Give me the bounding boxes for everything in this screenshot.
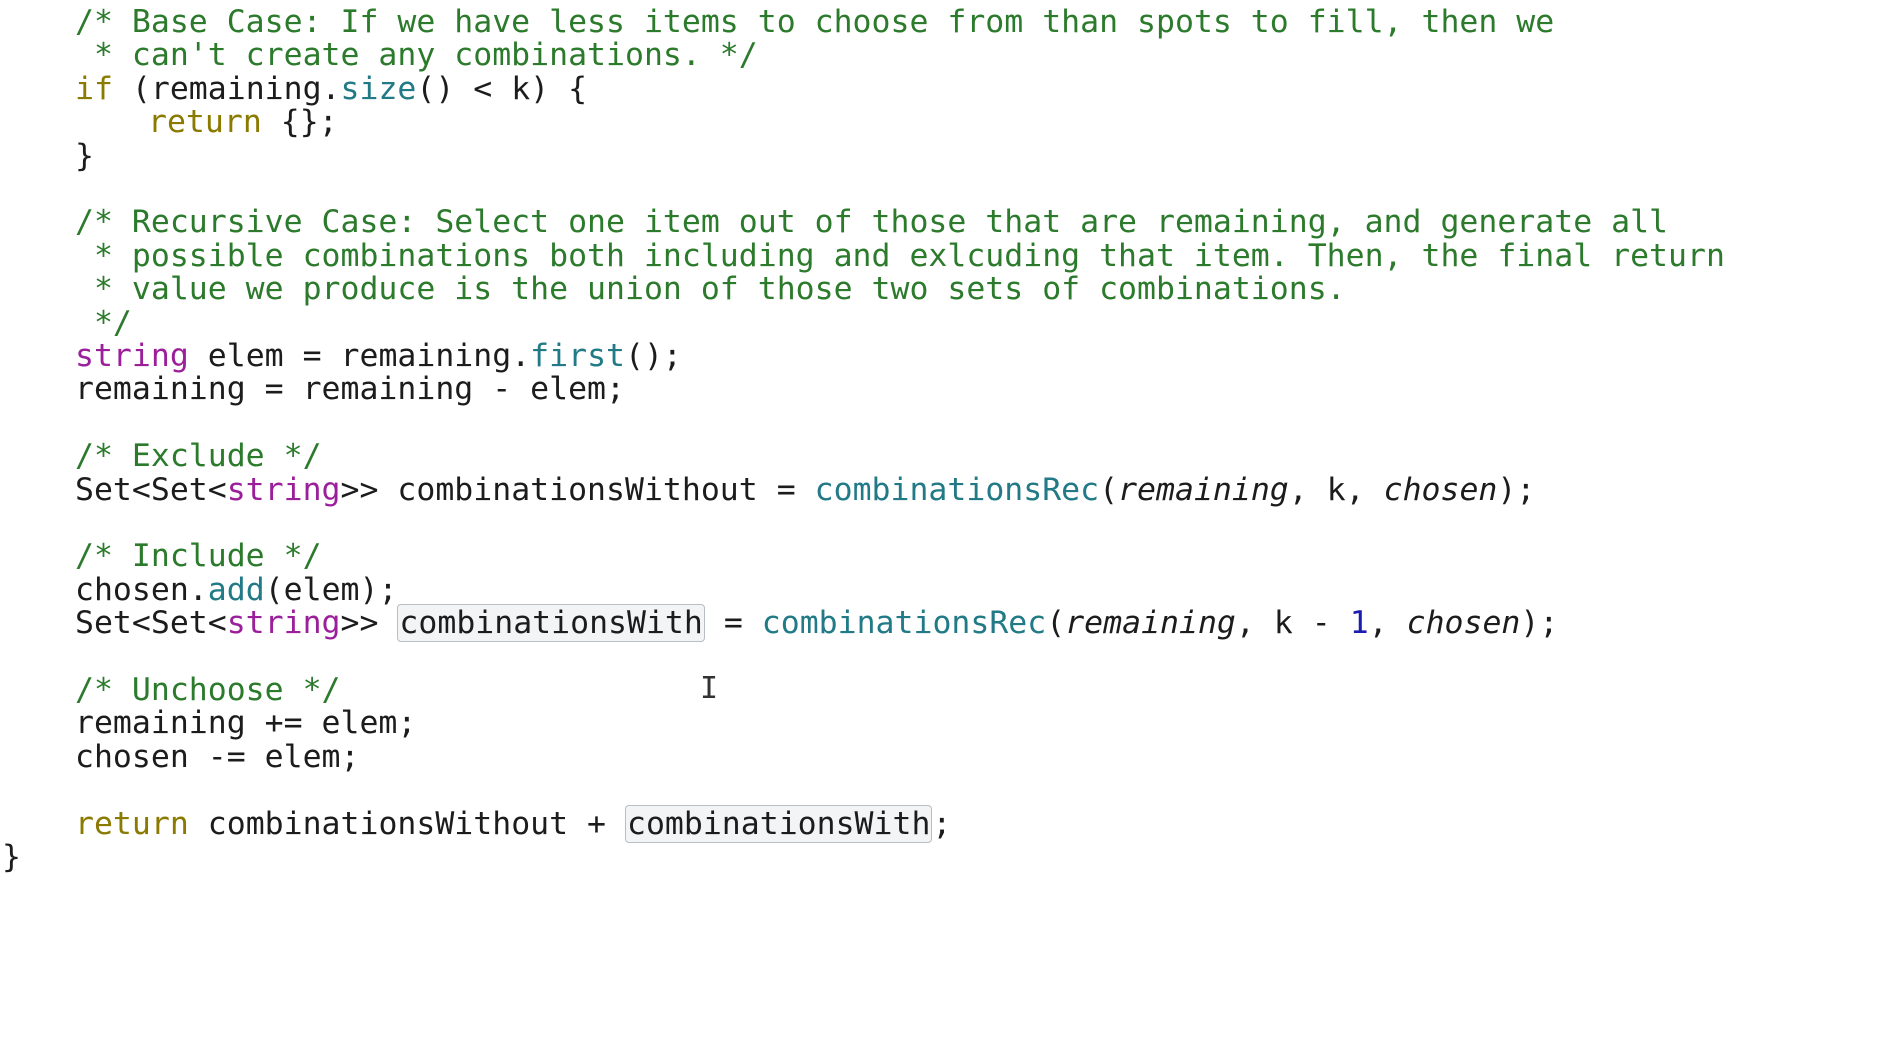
- code-token: >> combinationsWithout =: [340, 471, 815, 508]
- code-token: ();: [625, 338, 682, 374]
- code-token: (: [1046, 605, 1066, 642]
- code-token: chosen: [1383, 471, 1498, 508]
- code-token: }: [2, 839, 21, 875]
- code-token: if: [75, 70, 113, 107]
- code-line[interactable]: }: [2, 837, 21, 877]
- code-token: return: [75, 805, 189, 842]
- code-line[interactable]: return combinationsWithout + combination…: [75, 804, 951, 844]
- highlighted-symbol: combinationsWith: [397, 604, 705, 643]
- code-token: chosen -= elem;: [75, 738, 360, 775]
- code-line[interactable]: return {};: [148, 102, 338, 142]
- code-token: 1: [1349, 605, 1369, 642]
- code-token: {};: [261, 104, 338, 141]
- highlighted-symbol: combinationsWith: [624, 804, 933, 843]
- code-token: ;: [932, 805, 952, 842]
- code-token: );: [1497, 471, 1536, 508]
- code-token: (: [1099, 471, 1119, 508]
- code-token: , k,: [1288, 471, 1384, 508]
- code-line[interactable]: Set<Set<string>> combinationsWith = comb…: [75, 603, 1558, 643]
- code-line[interactable]: chosen -= elem;: [75, 737, 359, 777]
- code-token: , k -: [1235, 605, 1350, 642]
- code-token: remaining = remaining - elem;: [75, 371, 625, 408]
- code-token: remaining: [1065, 605, 1236, 642]
- code-token: );: [1520, 605, 1559, 642]
- code-token: size: [340, 70, 417, 107]
- code-token: return: [148, 104, 262, 141]
- code-token: combinationsRec: [814, 471, 1100, 508]
- code-token: =: [704, 605, 762, 642]
- code-token: Set<Set<: [75, 471, 227, 508]
- code-line[interactable]: * value we produce is the union of those…: [75, 269, 1346, 309]
- code-token: Set<Set<: [75, 605, 227, 642]
- code-token: combinationsRec: [761, 605, 1047, 642]
- code-token: () < k) {: [416, 70, 588, 107]
- code-editor[interactable]: /* Base Case: If we have less items to c…: [0, 0, 1882, 1061]
- code-line[interactable]: }: [75, 136, 94, 176]
- code-line[interactable]: remaining = remaining - elem;: [75, 369, 625, 409]
- code-token: combinationsWithout +: [188, 805, 625, 842]
- code-token: remaining: [1118, 471, 1289, 508]
- code-token: * value we produce is the union of those…: [75, 271, 1346, 308]
- code-token: ,: [1368, 605, 1407, 642]
- code-token: string: [226, 605, 341, 642]
- code-token: >>: [340, 605, 398, 642]
- code-token: }: [75, 137, 94, 174]
- code-token: chosen: [1406, 605, 1521, 642]
- code-line[interactable]: Set<Set<string>> combinationsWithout = c…: [75, 470, 1535, 510]
- code-token: string: [226, 471, 341, 508]
- text-cursor-icon: I: [700, 671, 719, 706]
